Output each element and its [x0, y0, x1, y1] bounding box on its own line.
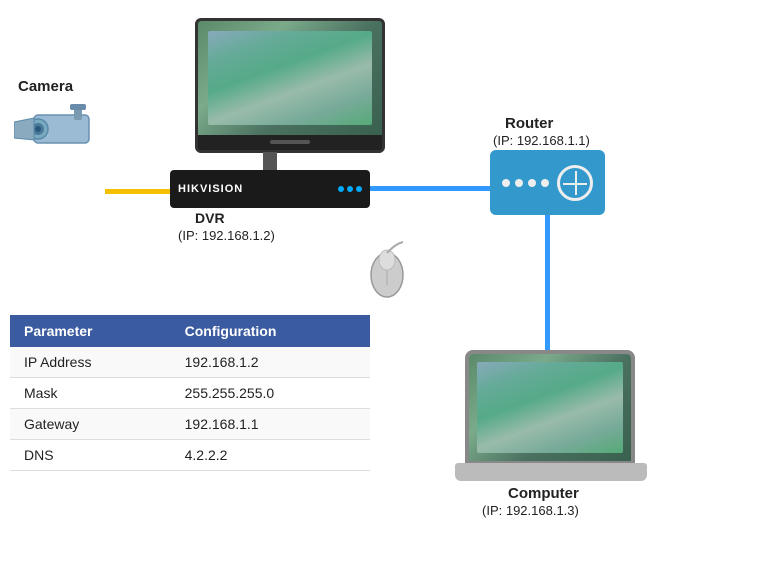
dvr-lights — [338, 186, 362, 192]
dvr-light-2 — [347, 186, 353, 192]
cable-blue-vertical — [545, 215, 550, 355]
col-header-configuration: Configuration — [171, 315, 370, 347]
dvr-light-3 — [356, 186, 362, 192]
monitor-base — [263, 152, 277, 172]
router-dot-4 — [541, 179, 549, 187]
table-cell-param: IP Address — [10, 347, 171, 378]
computer-screen — [465, 350, 635, 465]
router-globe-icon — [557, 165, 593, 201]
table-row: IP Address192.168.1.2 — [10, 347, 370, 378]
dvr-ip-label: (IP: 192.168.1.2) — [178, 228, 275, 243]
table-header-row: Parameter Configuration — [10, 315, 370, 347]
table-cell-value: 4.2.2.2 — [171, 440, 370, 471]
config-table-area: Parameter Configuration IP Address192.16… — [10, 315, 370, 471]
monitor-screen — [195, 18, 385, 153]
router-dots — [502, 179, 549, 187]
table-row: Mask255.255.255.0 — [10, 378, 370, 409]
dvr-device: HIKVISION — [170, 170, 370, 208]
cable-blue-horizontal — [370, 186, 490, 191]
computer-label: Computer — [508, 485, 579, 502]
router-dot-3 — [528, 179, 536, 187]
table-row: DNS4.2.2.2 — [10, 440, 370, 471]
table-cell-param: Mask — [10, 378, 171, 409]
config-table: Parameter Configuration IP Address192.16… — [10, 315, 370, 471]
router-device — [490, 150, 605, 215]
diagram-area: Camera HIKVISION DVR (IP: 192. — [0, 0, 770, 310]
dvr-brand-label: HIKVISION — [178, 183, 243, 195]
router-dot-1 — [502, 179, 510, 187]
table-cell-value: 192.168.1.1 — [171, 409, 370, 440]
table-cell-param: DNS — [10, 440, 171, 471]
computer-keyboard — [455, 463, 647, 481]
router-dot-2 — [515, 179, 523, 187]
camera-icon — [14, 100, 104, 155]
dvr-label: DVR — [195, 210, 225, 226]
table-row: Gateway192.168.1.1 — [10, 409, 370, 440]
cable-yellow — [105, 189, 173, 194]
table-cell-value: 255.255.255.0 — [171, 378, 370, 409]
camera-label: Camera — [18, 78, 73, 95]
router-ip-label: (IP: 192.168.1.1) — [493, 133, 590, 148]
table-cell-value: 192.168.1.2 — [171, 347, 370, 378]
router-label: Router — [505, 115, 553, 132]
dvr-light-1 — [338, 186, 344, 192]
mouse-icon — [365, 240, 410, 300]
col-header-parameter: Parameter — [10, 315, 171, 347]
computer-ip-label: (IP: 192.168.1.3) — [482, 503, 579, 518]
table-cell-param: Gateway — [10, 409, 171, 440]
